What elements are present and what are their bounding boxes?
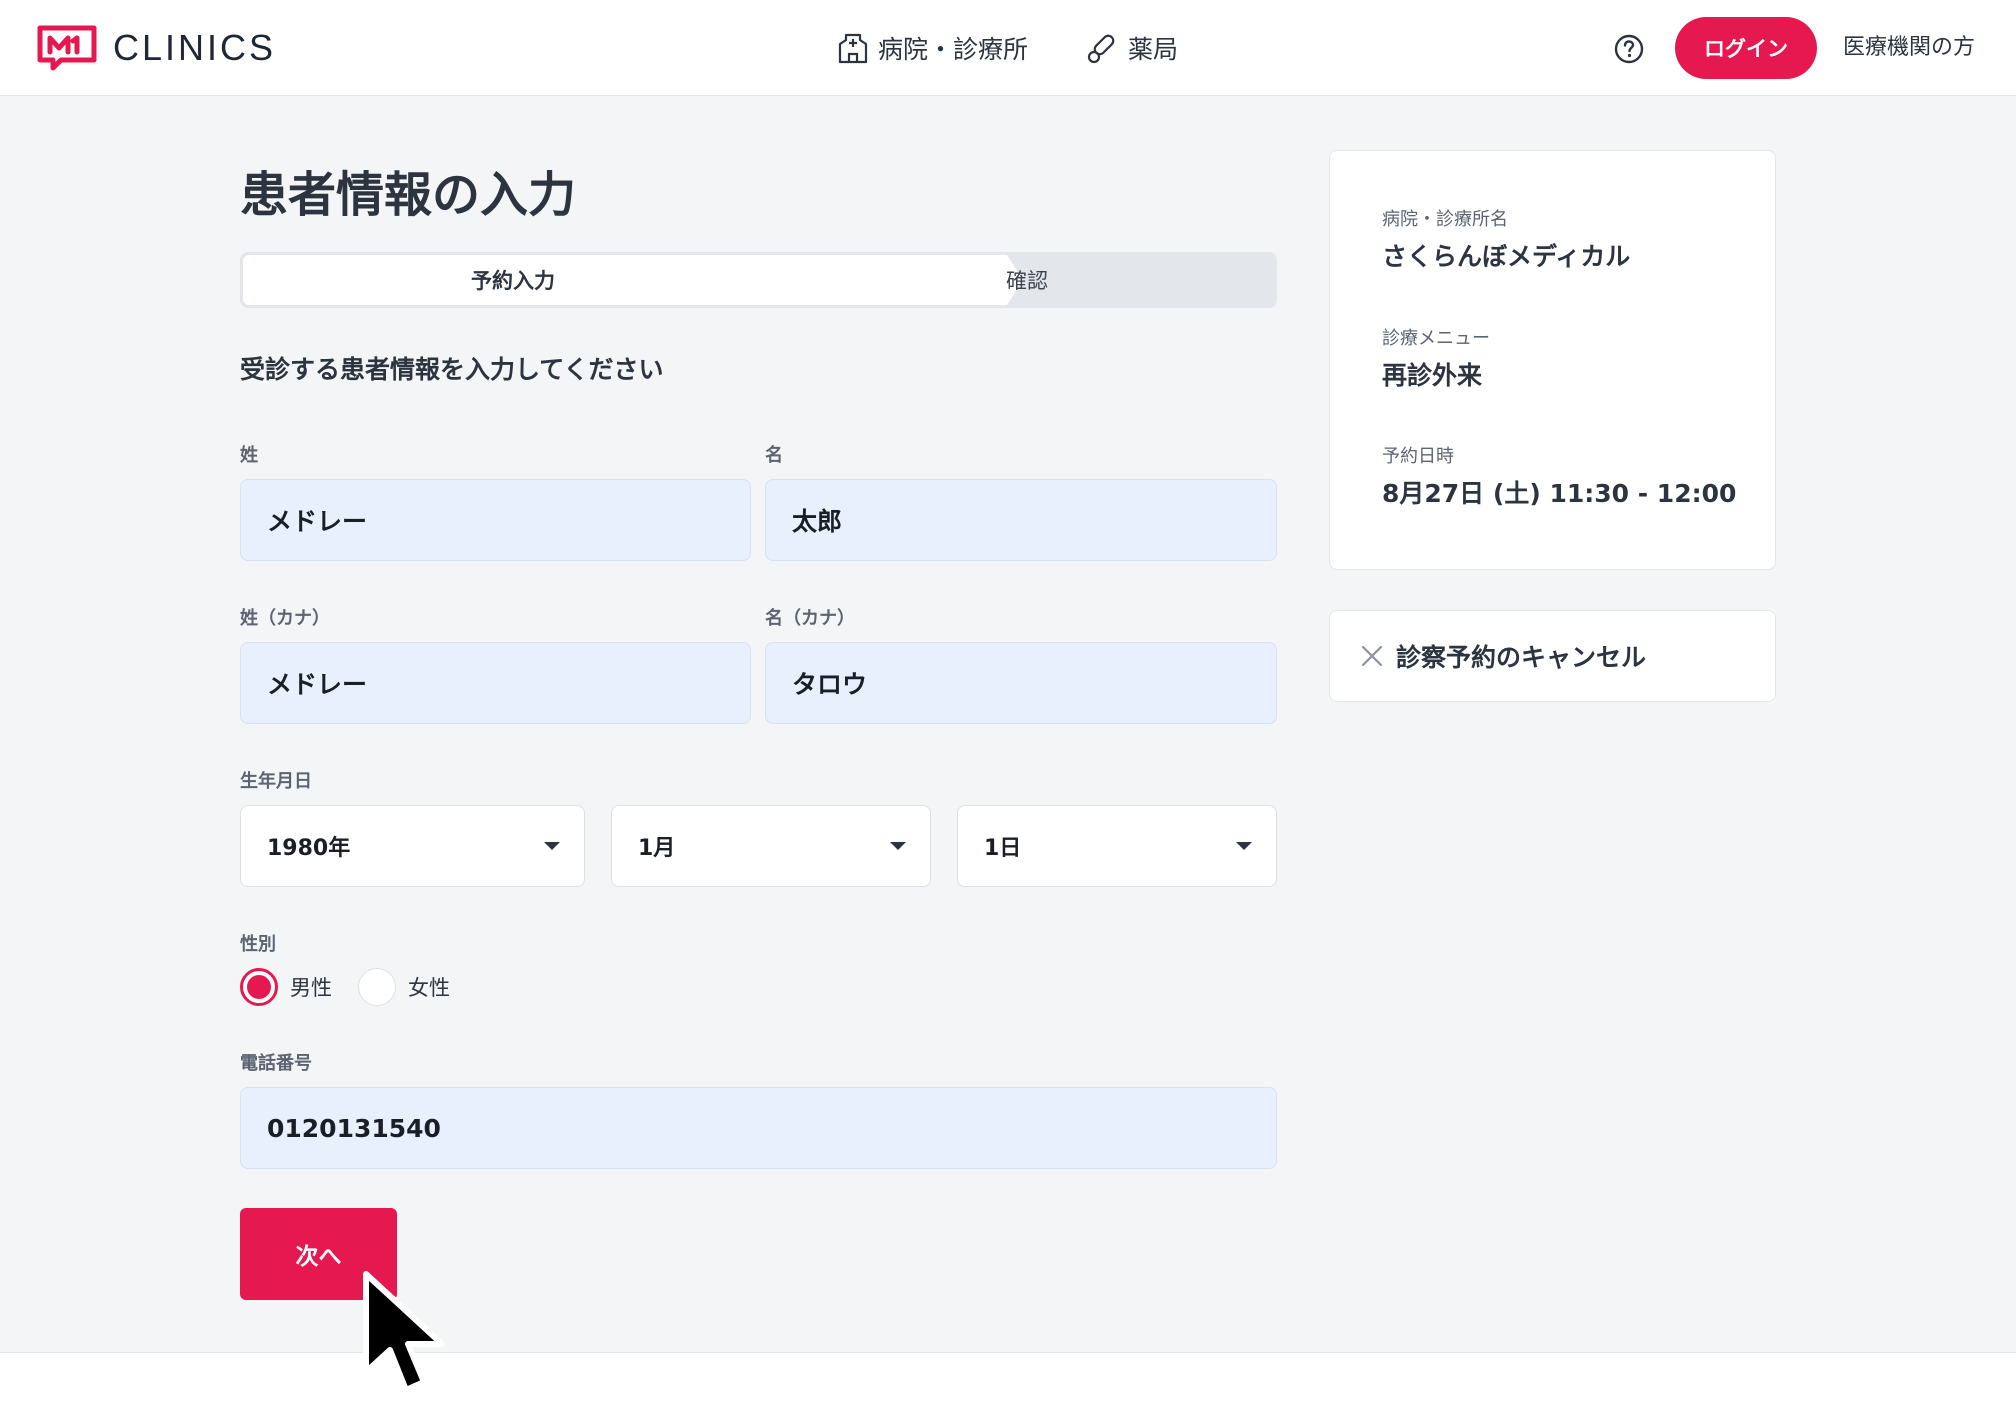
pill-icon [1087,34,1115,64]
clinics-logo-icon [37,25,97,71]
gender-radio-female[interactable]: 女性 [358,968,450,1006]
last-name-kana-label: 姓（カナ） [240,608,330,629]
summary-clinic-label: 病院・診療所名 [1382,209,1508,230]
summary-clinic-value: さくらんぼメディカル [1382,242,1631,271]
login-button[interactable]: ログイン [1675,17,1817,79]
first-name-input[interactable]: 太郎 [765,479,1277,561]
summary-datetime: 予約日時 8月27日 (土) 11:30 - 12:00 [1382,442,1736,510]
birth-month-select[interactable]: 1月 [611,805,931,887]
birth-year-value: 1980年 [267,836,351,861]
birth-day-value: 1日 [984,836,1022,861]
next-button[interactable]: 次へ [240,1208,397,1300]
birth-day-select[interactable]: 1日 [957,805,1277,887]
summary-datetime-label: 予約日時 [1382,446,1454,467]
summary-datetime-value: 8月27日 (土) 11:30 - 12:00 [1382,479,1737,508]
step-confirm: 確認 [780,255,1274,305]
cancel-reservation-button[interactable]: 診察予約のキャンセル [1329,610,1776,702]
phone-input[interactable]: 0120131540 [240,1087,1277,1169]
gender-radio-male[interactable]: 男性 [240,968,332,1006]
summary-menu-value: 再診外来 [1382,361,1483,390]
birth-month-value: 1月 [638,836,676,861]
last-name-label: 姓 [240,445,258,466]
birth-year-select[interactable]: 1980年 [240,805,585,887]
nav-hospital-label: 病院・診療所 [878,35,1029,64]
radio-checked-icon[interactable] [240,968,278,1006]
phone-label: 電話番号 [240,1053,312,1074]
form-instruction: 受診する患者情報を入力してください [240,355,664,384]
page-title: 患者情報の入力 [240,167,577,223]
clinics-logo[interactable]: CLINICS [37,24,276,72]
hospital-icon [838,33,868,64]
birthdate-label: 生年月日 [240,771,312,792]
chevron-down-icon [544,842,560,850]
first-name-kana-input[interactable]: タロウ [765,642,1277,724]
institution-link[interactable]: 医療機関の方 [1843,30,1975,66]
radio-unchecked-icon[interactable] [358,968,396,1006]
cancel-reservation-label: 診察予約のキャンセル [1396,643,1647,672]
close-icon [1361,645,1383,667]
first-name-label: 名 [765,445,783,466]
gender-label: 性別 [240,934,276,955]
chevron-down-icon [890,842,906,850]
site-header: CLINICS 病院・診療所 薬局 ログイン 医療機関の方 [0,0,2016,96]
summary-menu-label: 診療メニュー [1382,328,1490,349]
help-circle-icon[interactable] [1613,33,1645,65]
last-name-kana-input[interactable]: メドレー [240,642,751,724]
gender-option-label: 女性 [408,976,450,1000]
chevron-down-icon [1236,842,1252,850]
gender-option-label: 男性 [290,976,332,1000]
nav-hospital-link[interactable]: 病院・診療所 [836,26,1028,70]
first-name-kana-label: 名（カナ） [765,608,855,629]
step-next-label: 確認 [1006,269,1048,293]
summary-clinic: 病院・診療所名 さくらんぼメディカル [1382,205,1630,273]
logo-text: CLINICS [113,27,277,68]
summary-menu: 診療メニュー 再診外来 [1382,324,1490,392]
step-indicator: 予約入力 確認 [240,252,1277,308]
page-footer [0,1352,2016,1403]
nav-pharmacy-link[interactable]: 薬局 [1086,26,1178,70]
gender-radio-group: 男性 女性 [240,965,476,1009]
reservation-summary-card: 病院・診療所名 さくらんぼメディカル 診療メニュー 再診外来 予約日時 8月27… [1329,150,1776,570]
nav-pharmacy-label: 薬局 [1128,35,1179,64]
last-name-input[interactable]: メドレー [240,479,751,561]
step-active-label: 予約入力 [471,269,555,293]
